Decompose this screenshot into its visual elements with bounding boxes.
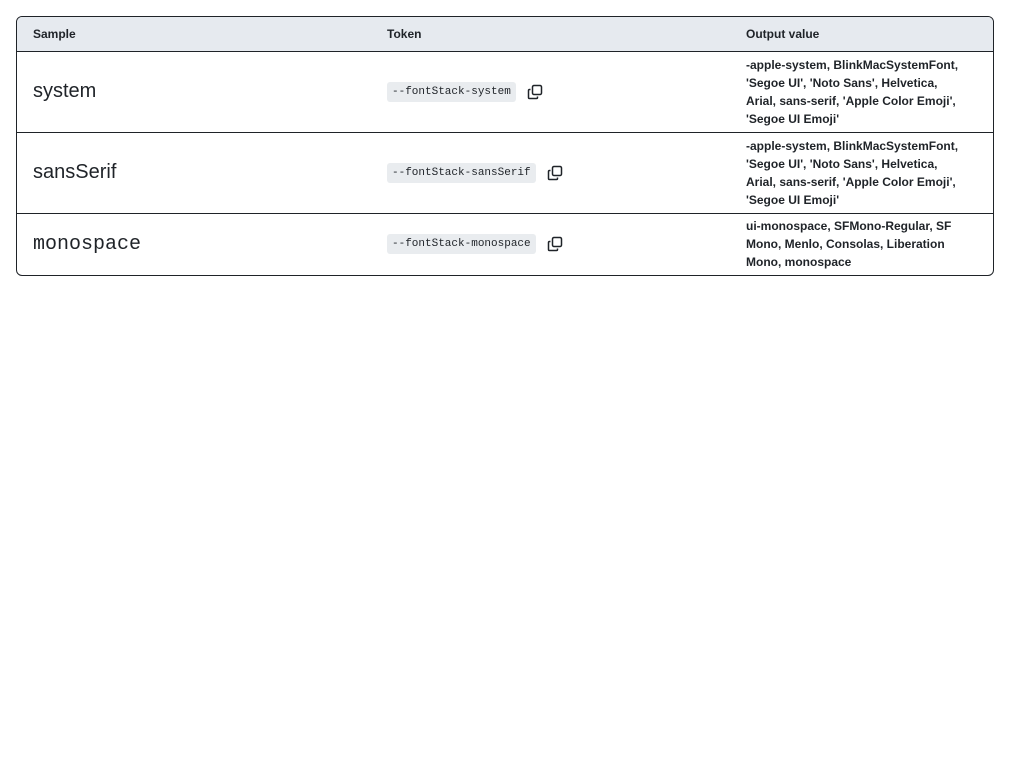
token-cell: --fontStack-system [371,51,730,133]
output-value-cell: -apple-system, BlinkMacSystemFont, 'Sego… [730,132,993,214]
header-output-value: Output value [730,17,993,52]
copy-icon [547,237,562,252]
output-value-text: -apple-system, BlinkMacSystemFont, 'Sego… [746,138,959,207]
table-row: monospace --fontStack-monospace ui-monos… [17,213,993,275]
table-row: sansSerif --fontStack-sansSerif -apple-s… [17,132,993,214]
output-value-text: -apple-system, BlinkMacSystemFont, 'Sego… [746,57,959,126]
token-cell: --fontStack-sansSerif [371,132,730,214]
sample-cell: monospace [17,213,371,275]
output-value-cell: ui-monospace, SFMono-Regular, SF Mono, M… [730,213,993,275]
sample-text: sansSerif [33,161,117,183]
header-sample: Sample [17,17,371,52]
copy-icon [527,84,543,99]
token-code: --fontStack-monospace [387,234,536,255]
copy-button[interactable] [546,164,564,182]
token-code: --fontStack-system [387,81,516,102]
sample-cell: system [17,51,371,133]
table-row: system --fontStack-system -apple-system,… [17,51,993,133]
sample-text: monospace [33,232,142,256]
copy-button[interactable] [526,83,544,101]
copy-button[interactable] [546,235,564,253]
token-code: --fontStack-sansSerif [387,162,536,183]
output-value-text: ui-monospace, SFMono-Regular, SF Mono, M… [746,219,952,270]
sample-text: system [33,80,97,102]
font-stack-table: Sample Token Output value system --fontS… [16,16,994,276]
token-cell: --fontStack-monospace [371,213,730,275]
tokens-table: Sample Token Output value system --fontS… [17,17,993,275]
sample-cell: sansSerif [17,132,371,214]
output-value-cell: -apple-system, BlinkMacSystemFont, 'Sego… [730,51,993,133]
header-token: Token [371,17,730,52]
copy-icon [547,165,562,180]
table-header-row: Sample Token Output value [17,17,993,52]
